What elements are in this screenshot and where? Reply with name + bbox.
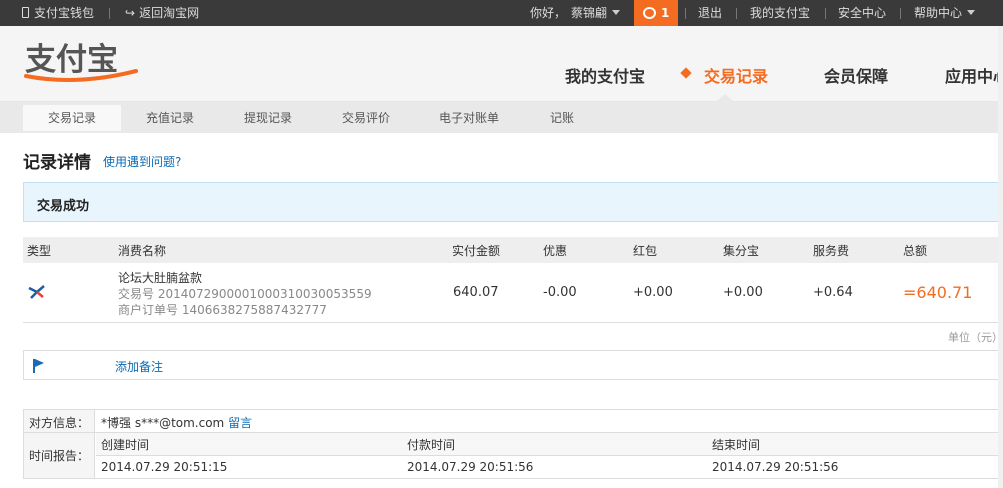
page-title: 记录详情 bbox=[23, 153, 91, 173]
divider bbox=[900, 8, 901, 19]
help-center-label: 帮助中心 bbox=[914, 6, 963, 20]
nav-my-alipay[interactable]: 我的支付宝 bbox=[565, 63, 645, 87]
greeting-text: 你好， bbox=[530, 6, 567, 20]
notification-count: 1 bbox=[661, 6, 670, 20]
active-nav-caret bbox=[716, 94, 734, 102]
nav-app-center[interactable]: 应用中心 bbox=[945, 63, 1003, 87]
logo-graphic: 支付宝 bbox=[24, 42, 138, 82]
paid-time-header: 付款时间 bbox=[407, 438, 456, 452]
divider bbox=[736, 8, 737, 19]
chevron-down-icon bbox=[967, 10, 976, 15]
header-paid: 实付金额 bbox=[452, 244, 501, 258]
flag-icon bbox=[33, 359, 44, 373]
header-red-packet: 红包 bbox=[633, 244, 658, 258]
notification-button[interactable]: 1 bbox=[634, 0, 678, 26]
username: 蔡锦翩 bbox=[571, 6, 608, 20]
header-jifenbao: 集分宝 bbox=[723, 244, 760, 258]
security-center-link[interactable]: 安全中心 bbox=[838, 0, 886, 26]
back-taobao-link[interactable]: ↪ 返回淘宝网 bbox=[125, 0, 199, 26]
time-subheader bbox=[96, 433, 1002, 455]
paid-amount: 640.07 bbox=[453, 285, 499, 300]
status-text: 交易成功 bbox=[37, 199, 90, 214]
message-link[interactable]: 留言 bbox=[228, 416, 252, 430]
alipay-logo[interactable]: 支付宝 bbox=[22, 38, 140, 87]
user-menu[interactable]: 蔡锦翩 bbox=[571, 0, 621, 26]
subnav-statement[interactable]: 电子对账单 bbox=[415, 105, 523, 131]
chevron-down-icon bbox=[612, 10, 621, 15]
service-fee-amount: +0.64 bbox=[813, 285, 853, 300]
unit-note: 单位（元） bbox=[948, 331, 1003, 344]
created-time-header: 创建时间 bbox=[101, 438, 150, 452]
add-remark-link[interactable]: 添加备注 bbox=[115, 358, 163, 375]
back-taobao-label: 返回淘宝网 bbox=[139, 6, 200, 20]
time-report-label: 时间报告： bbox=[29, 449, 90, 463]
active-dot-icon bbox=[680, 67, 692, 79]
trade-number: 交易号 2014072900001000310030053559 bbox=[118, 287, 372, 301]
alarm-clock-icon bbox=[643, 7, 656, 19]
help-center-menu[interactable]: 帮助中心 bbox=[914, 0, 976, 26]
status-banner: 交易成功 bbox=[23, 182, 1003, 222]
nav-transactions[interactable]: 交易记录 bbox=[704, 63, 768, 87]
header-total: 总额 bbox=[903, 244, 928, 258]
end-time-header: 结束时间 bbox=[712, 438, 761, 452]
return-icon: ↪ bbox=[125, 6, 136, 20]
remark-box: 添加备注 bbox=[23, 350, 1003, 380]
table-row: 论坛大肚腩盆款 交易号 2014072900001000310030053559… bbox=[23, 263, 1003, 323]
my-alipay-link[interactable]: 我的支付宝 bbox=[750, 0, 810, 26]
counterparty-value: *博强 s***@tom.com bbox=[101, 416, 225, 430]
header-service-fee: 服务费 bbox=[813, 244, 850, 258]
counterparty-info: *博强 s***@tom.com 留言 bbox=[101, 414, 252, 431]
divider bbox=[685, 8, 686, 19]
info-table: 对方信息： *博强 s***@tom.com 留言 时间报告： 创建时间 付款时… bbox=[23, 409, 1003, 479]
sub-nav: 交易记录 充值记录 提现记录 交易评价 电子对账单 记账 bbox=[0, 102, 1003, 133]
subnav-bookkeeping[interactable]: 记账 bbox=[523, 105, 601, 131]
wallet-label: 支付宝钱包 bbox=[34, 6, 95, 20]
help-link[interactable]: 使用遇到问题? bbox=[103, 153, 181, 170]
subnav-recharge[interactable]: 充值记录 bbox=[121, 105, 219, 131]
nav-member-protection[interactable]: 会员保障 bbox=[824, 63, 888, 87]
paid-time: 2014.07.29 20:51:56 bbox=[407, 460, 534, 474]
order-number: 商户订单号 1406638275887432777 bbox=[118, 303, 327, 317]
total-amount: =640.71 bbox=[903, 283, 973, 302]
end-time: 2014.07.29 20:51:56 bbox=[712, 460, 839, 474]
subnav-reviews[interactable]: 交易评价 bbox=[317, 105, 415, 131]
subnav-withdraw[interactable]: 提现记录 bbox=[219, 105, 317, 131]
vertical-scrollbar[interactable] bbox=[998, 26, 1003, 488]
site-header: 支付宝 我的支付宝 交易记录 会员保障 应用中心 bbox=[0, 26, 1003, 102]
transfer-type-icon bbox=[28, 285, 45, 299]
logout-link[interactable]: 退出 bbox=[698, 0, 722, 26]
logo-text: 支付宝 bbox=[25, 42, 118, 78]
header-discount: 优惠 bbox=[543, 244, 568, 258]
counterparty-label: 对方信息： bbox=[29, 416, 90, 430]
header-name: 消费名称 bbox=[118, 244, 167, 258]
discount-amount: -0.00 bbox=[543, 285, 577, 300]
wallet-link[interactable]: 支付宝钱包 bbox=[22, 0, 94, 26]
divider bbox=[109, 8, 110, 19]
phone-icon bbox=[22, 7, 29, 18]
item-name[interactable]: 论坛大肚腩盆款 bbox=[118, 269, 202, 286]
red-packet-amount: +0.00 bbox=[633, 285, 673, 300]
created-time: 2014.07.29 20:51:15 bbox=[101, 460, 228, 474]
subnav-transactions[interactable]: 交易记录 bbox=[23, 105, 121, 131]
table-header: 类型 消费名称 实付金额 优惠 红包 集分宝 服务费 总额 bbox=[23, 237, 1003, 263]
header-type: 类型 bbox=[27, 244, 52, 258]
top-bar: 支付宝钱包 ↪ 返回淘宝网 你好， 蔡锦翩 1 退出 我的支付宝 安全中心 帮助中… bbox=[0, 0, 1003, 26]
row-divider bbox=[96, 455, 1002, 456]
divider bbox=[825, 8, 826, 19]
jifenbao-amount: +0.00 bbox=[723, 285, 763, 300]
